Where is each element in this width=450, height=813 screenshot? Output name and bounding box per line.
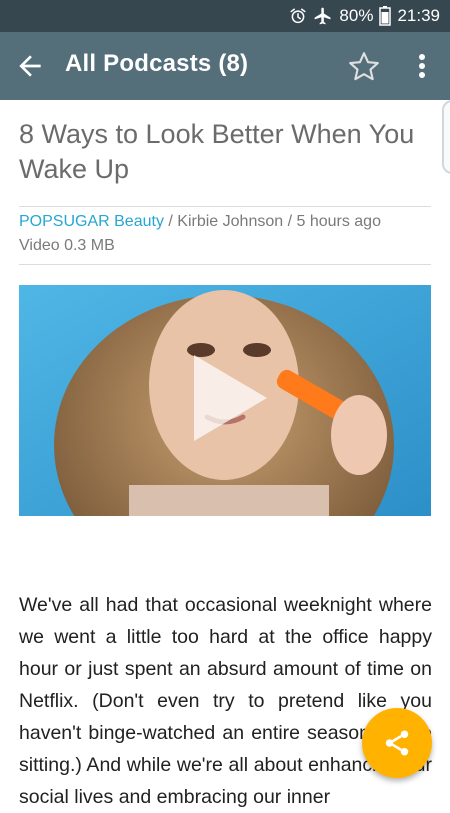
airplane-icon: [313, 6, 333, 26]
edge-panel-handle[interactable]: [442, 100, 450, 174]
article-meta: POPSUGAR Beauty / Kirbie Johnson / 5 hou…: [19, 213, 381, 231]
divider-top: [19, 206, 431, 207]
overflow-menu-button[interactable]: [408, 50, 436, 82]
back-arrow-icon: [19, 55, 41, 77]
battery-icon: [379, 6, 392, 26]
status-icons: 80% 21:39: [289, 4, 440, 28]
article-body: We've all had that occasional weeknight …: [19, 594, 432, 808]
media-info: Video 0.3 MB: [19, 237, 115, 254]
divider-bottom: [19, 264, 431, 265]
battery-percent: 80%: [339, 6, 374, 25]
source-link[interactable]: POPSUGAR Beauty: [19, 213, 164, 230]
back-button[interactable]: [14, 50, 46, 82]
star-outline-icon: [349, 52, 379, 81]
play-icon: [194, 355, 267, 441]
alarm-icon: [289, 7, 307, 25]
article-title: 8 Ways to Look Better When You Wake Up: [19, 119, 415, 184]
page-title: All Podcasts (8): [65, 50, 249, 77]
video-thumbnail[interactable]: [19, 285, 431, 516]
status-bar: 80% 21:39: [0, 0, 450, 32]
favorite-button[interactable]: [346, 49, 382, 85]
app-bar: All Podcasts (8): [0, 32, 450, 100]
more-vert-icon: [419, 54, 425, 78]
share-button[interactable]: [362, 708, 432, 778]
byline: / Kirbie Johnson / 5 hours ago: [163, 213, 381, 230]
clock-time: 21:39: [397, 6, 440, 25]
play-button[interactable]: [189, 353, 269, 443]
share-icon: [385, 730, 409, 756]
